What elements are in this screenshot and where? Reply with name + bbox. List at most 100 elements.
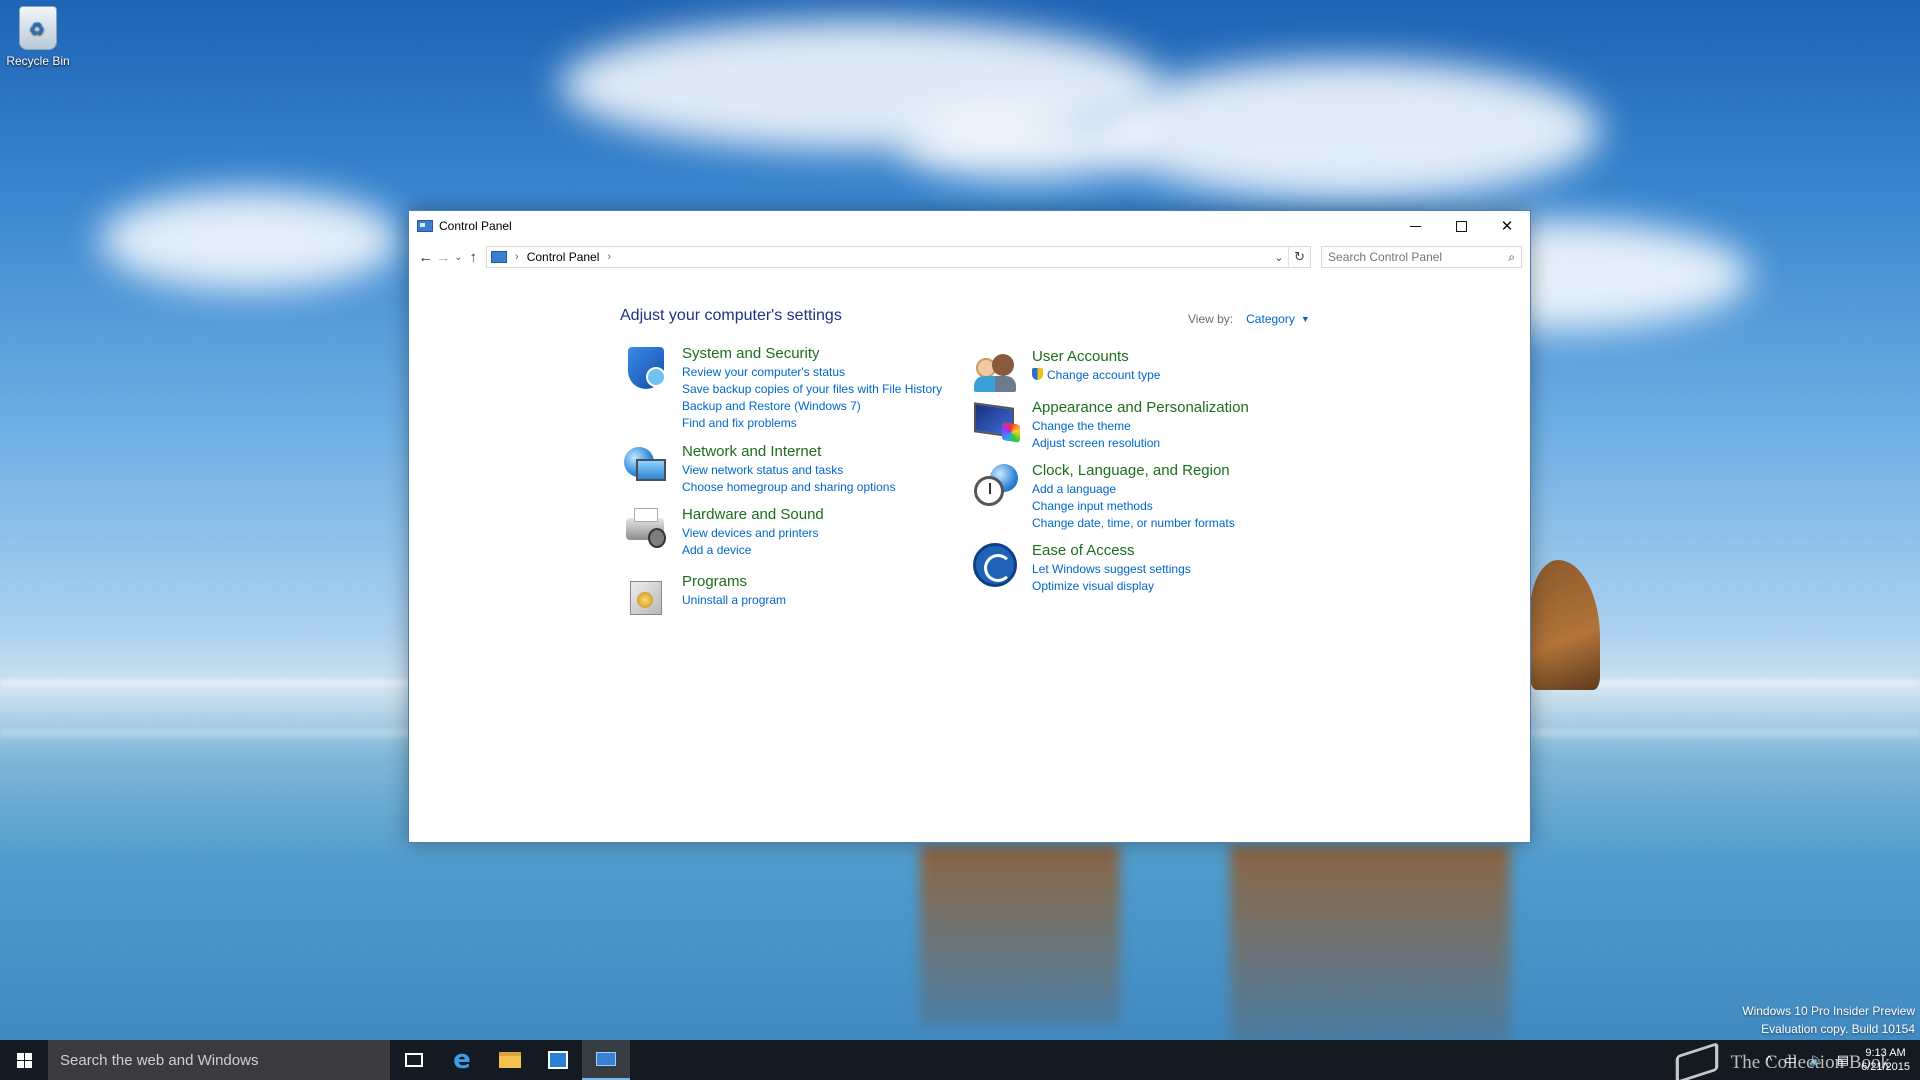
control-panel-icon <box>417 220 433 232</box>
category-title-system-and-security[interactable]: System and Security <box>682 345 942 362</box>
store-button[interactable] <box>534 1040 582 1080</box>
volume-icon[interactable]: 🔈 <box>1809 1052 1825 1068</box>
address-dropdown-button[interactable]: ⌄ <box>1270 251 1288 264</box>
link-input-methods[interactable]: Change input methods <box>1032 498 1235 515</box>
minimize-icon <box>1409 225 1421 227</box>
caret-down-icon: ▼ <box>1300 314 1310 324</box>
network-icon[interactable]: ▭ <box>1784 1052 1796 1068</box>
windows-logo-icon <box>16 1052 32 1068</box>
category-title-programs[interactable]: Programs <box>682 573 786 590</box>
clock-globe-icon[interactable] <box>972 462 1018 508</box>
maximize-icon <box>1455 220 1467 232</box>
category-programs: Programs Uninstall a program <box>622 573 786 619</box>
control-panel-content: Adjust your computer's settings View by:… <box>409 273 1530 842</box>
network-globe-icon[interactable] <box>622 443 668 489</box>
wallpaper-rock <box>1530 560 1600 690</box>
minimize-button[interactable] <box>1392 211 1438 241</box>
build-watermark: Windows 10 Pro Insider Preview Evaluatio… <box>1742 1002 1915 1038</box>
wallpaper-cloud <box>900 110 1150 180</box>
link-change-account-type-label: Change account type <box>1047 368 1161 382</box>
printer-speaker-icon[interactable] <box>622 506 668 552</box>
file-explorer-button[interactable] <box>486 1040 534 1080</box>
uac-shield-icon <box>1032 368 1043 380</box>
link-devices-printers[interactable]: View devices and printers <box>682 525 824 542</box>
refresh-button[interactable]: ↻ <box>1288 247 1310 267</box>
arrow-up-icon: ↑ <box>469 248 477 266</box>
link-add-device[interactable]: Add a device <box>682 542 824 559</box>
link-optimize-display[interactable]: Optimize visual display <box>1032 578 1191 595</box>
link-suggest-settings[interactable]: Let Windows suggest settings <box>1032 561 1191 578</box>
breadcrumb-separator[interactable]: › <box>515 251 519 263</box>
wallpaper-reflection <box>920 845 1120 1025</box>
appearance-icon[interactable] <box>972 399 1018 445</box>
link-change-theme[interactable]: Change the theme <box>1032 418 1249 435</box>
taskbar-search-box[interactable]: Search the web and Windows <box>48 1040 390 1080</box>
start-button[interactable] <box>0 1040 48 1080</box>
clock-time: 9:13 AM <box>1865 1047 1906 1059</box>
recycle-bin-desktop-icon[interactable]: Recycle Bin <box>6 6 70 68</box>
link-find-fix-problems[interactable]: Find and fix problems <box>682 415 942 432</box>
ease-of-access-icon[interactable] <box>972 542 1018 588</box>
category-hardware-and-sound: Hardware and Sound View devices and prin… <box>622 506 824 559</box>
close-button[interactable]: ✕ <box>1484 211 1530 241</box>
close-icon: ✕ <box>1500 218 1514 235</box>
forward-button[interactable]: → <box>435 244 453 270</box>
view-by-label: View by: <box>1188 312 1234 326</box>
link-backup-restore[interactable]: Backup and Restore (Windows 7) <box>682 398 942 415</box>
programs-box-icon[interactable] <box>622 573 668 619</box>
folder-icon <box>499 1052 521 1068</box>
category-title-network-and-internet[interactable]: Network and Internet <box>682 443 895 460</box>
navigation-bar: ← → ⌄ ↑ › Control Panel › ⌄ ↻ ⌕ <box>409 241 1530 273</box>
task-view-icon <box>405 1053 423 1067</box>
users-icon[interactable] <box>972 348 1018 394</box>
link-homegroup[interactable]: Choose homegroup and sharing options <box>682 479 895 496</box>
wallpaper-reflection <box>1230 845 1510 1045</box>
category-title-hardware-and-sound[interactable]: Hardware and Sound <box>682 506 824 523</box>
taskbar: Search the web and Windows e The Collect… <box>0 1040 1920 1080</box>
link-add-language[interactable]: Add a language <box>1032 481 1235 498</box>
action-center-icon[interactable]: ▤ <box>1837 1052 1849 1068</box>
recycle-bin-icon <box>19 6 57 50</box>
search-input[interactable] <box>1328 250 1509 264</box>
recycle-bin-label: Recycle Bin <box>6 54 70 68</box>
breadcrumb-control-panel[interactable]: Control Panel <box>527 250 600 264</box>
view-by: View by: Category ▼ <box>1188 309 1317 329</box>
watermark-line-1: Windows 10 Pro Insider Preview <box>1742 1004 1915 1018</box>
category-title-ease-of-access[interactable]: Ease of Access <box>1032 542 1191 559</box>
link-review-status[interactable]: Review your computer's status <box>682 364 942 381</box>
address-bar[interactable]: › Control Panel › ⌄ ↻ <box>486 246 1312 268</box>
edge-icon: e <box>453 1045 471 1075</box>
search-icon[interactable]: ⌕ <box>1508 250 1515 265</box>
search-box[interactable]: ⌕ <box>1321 246 1523 268</box>
link-screen-resolution[interactable]: Adjust screen resolution <box>1032 435 1249 452</box>
clock-date: 6/21/2015 <box>1861 1061 1910 1073</box>
taskbar-search-text: Search the web and Windows <box>60 1051 259 1069</box>
control-panel-taskbar-button[interactable] <box>582 1040 630 1080</box>
control-panel-window: Control Panel ✕ ← → ⌄ ↑ › Control Panel … <box>408 210 1531 843</box>
back-button[interactable]: ← <box>417 244 435 270</box>
category-system-and-security: System and Security Review your computer… <box>622 345 942 432</box>
edge-button[interactable]: e <box>438 1040 486 1080</box>
view-by-dropdown[interactable]: Category ▼ <box>1239 309 1317 329</box>
recent-locations-button[interactable]: ⌄ <box>452 244 464 270</box>
category-title-user-accounts[interactable]: User Accounts <box>1032 348 1160 365</box>
category-title-clock-language-region[interactable]: Clock, Language, and Region <box>1032 462 1235 479</box>
category-title-appearance[interactable]: Appearance and Personalization <box>1032 399 1249 416</box>
wallpaper-cloud <box>100 190 400 290</box>
task-view-button[interactable] <box>390 1040 438 1080</box>
up-button[interactable]: ↑ <box>464 244 482 270</box>
link-change-account-type[interactable]: Change account type <box>1032 367 1160 384</box>
show-hidden-icons-chevron-icon[interactable]: ^ <box>1766 1053 1772 1068</box>
clock[interactable]: 9:13 AM 6/21/2015 <box>1861 1046 1910 1074</box>
control-panel-icon <box>596 1052 616 1066</box>
link-date-time-formats[interactable]: Change date, time, or number formats <box>1032 515 1235 532</box>
link-file-history[interactable]: Save backup copies of your files with Fi… <box>682 381 942 398</box>
maximize-button[interactable] <box>1438 211 1484 241</box>
link-network-status[interactable]: View network status and tasks <box>682 462 895 479</box>
shield-icon[interactable] <box>622 345 668 391</box>
title-bar[interactable]: Control Panel ✕ <box>409 211 1530 241</box>
link-uninstall-program[interactable]: Uninstall a program <box>682 592 786 609</box>
system-tray: ^ ▭ 🔈 ▤ 9:13 AM 6/21/2015 <box>1760 1040 1920 1080</box>
page-title: Adjust your computer's settings <box>620 307 842 324</box>
breadcrumb-separator[interactable]: › <box>607 251 611 263</box>
